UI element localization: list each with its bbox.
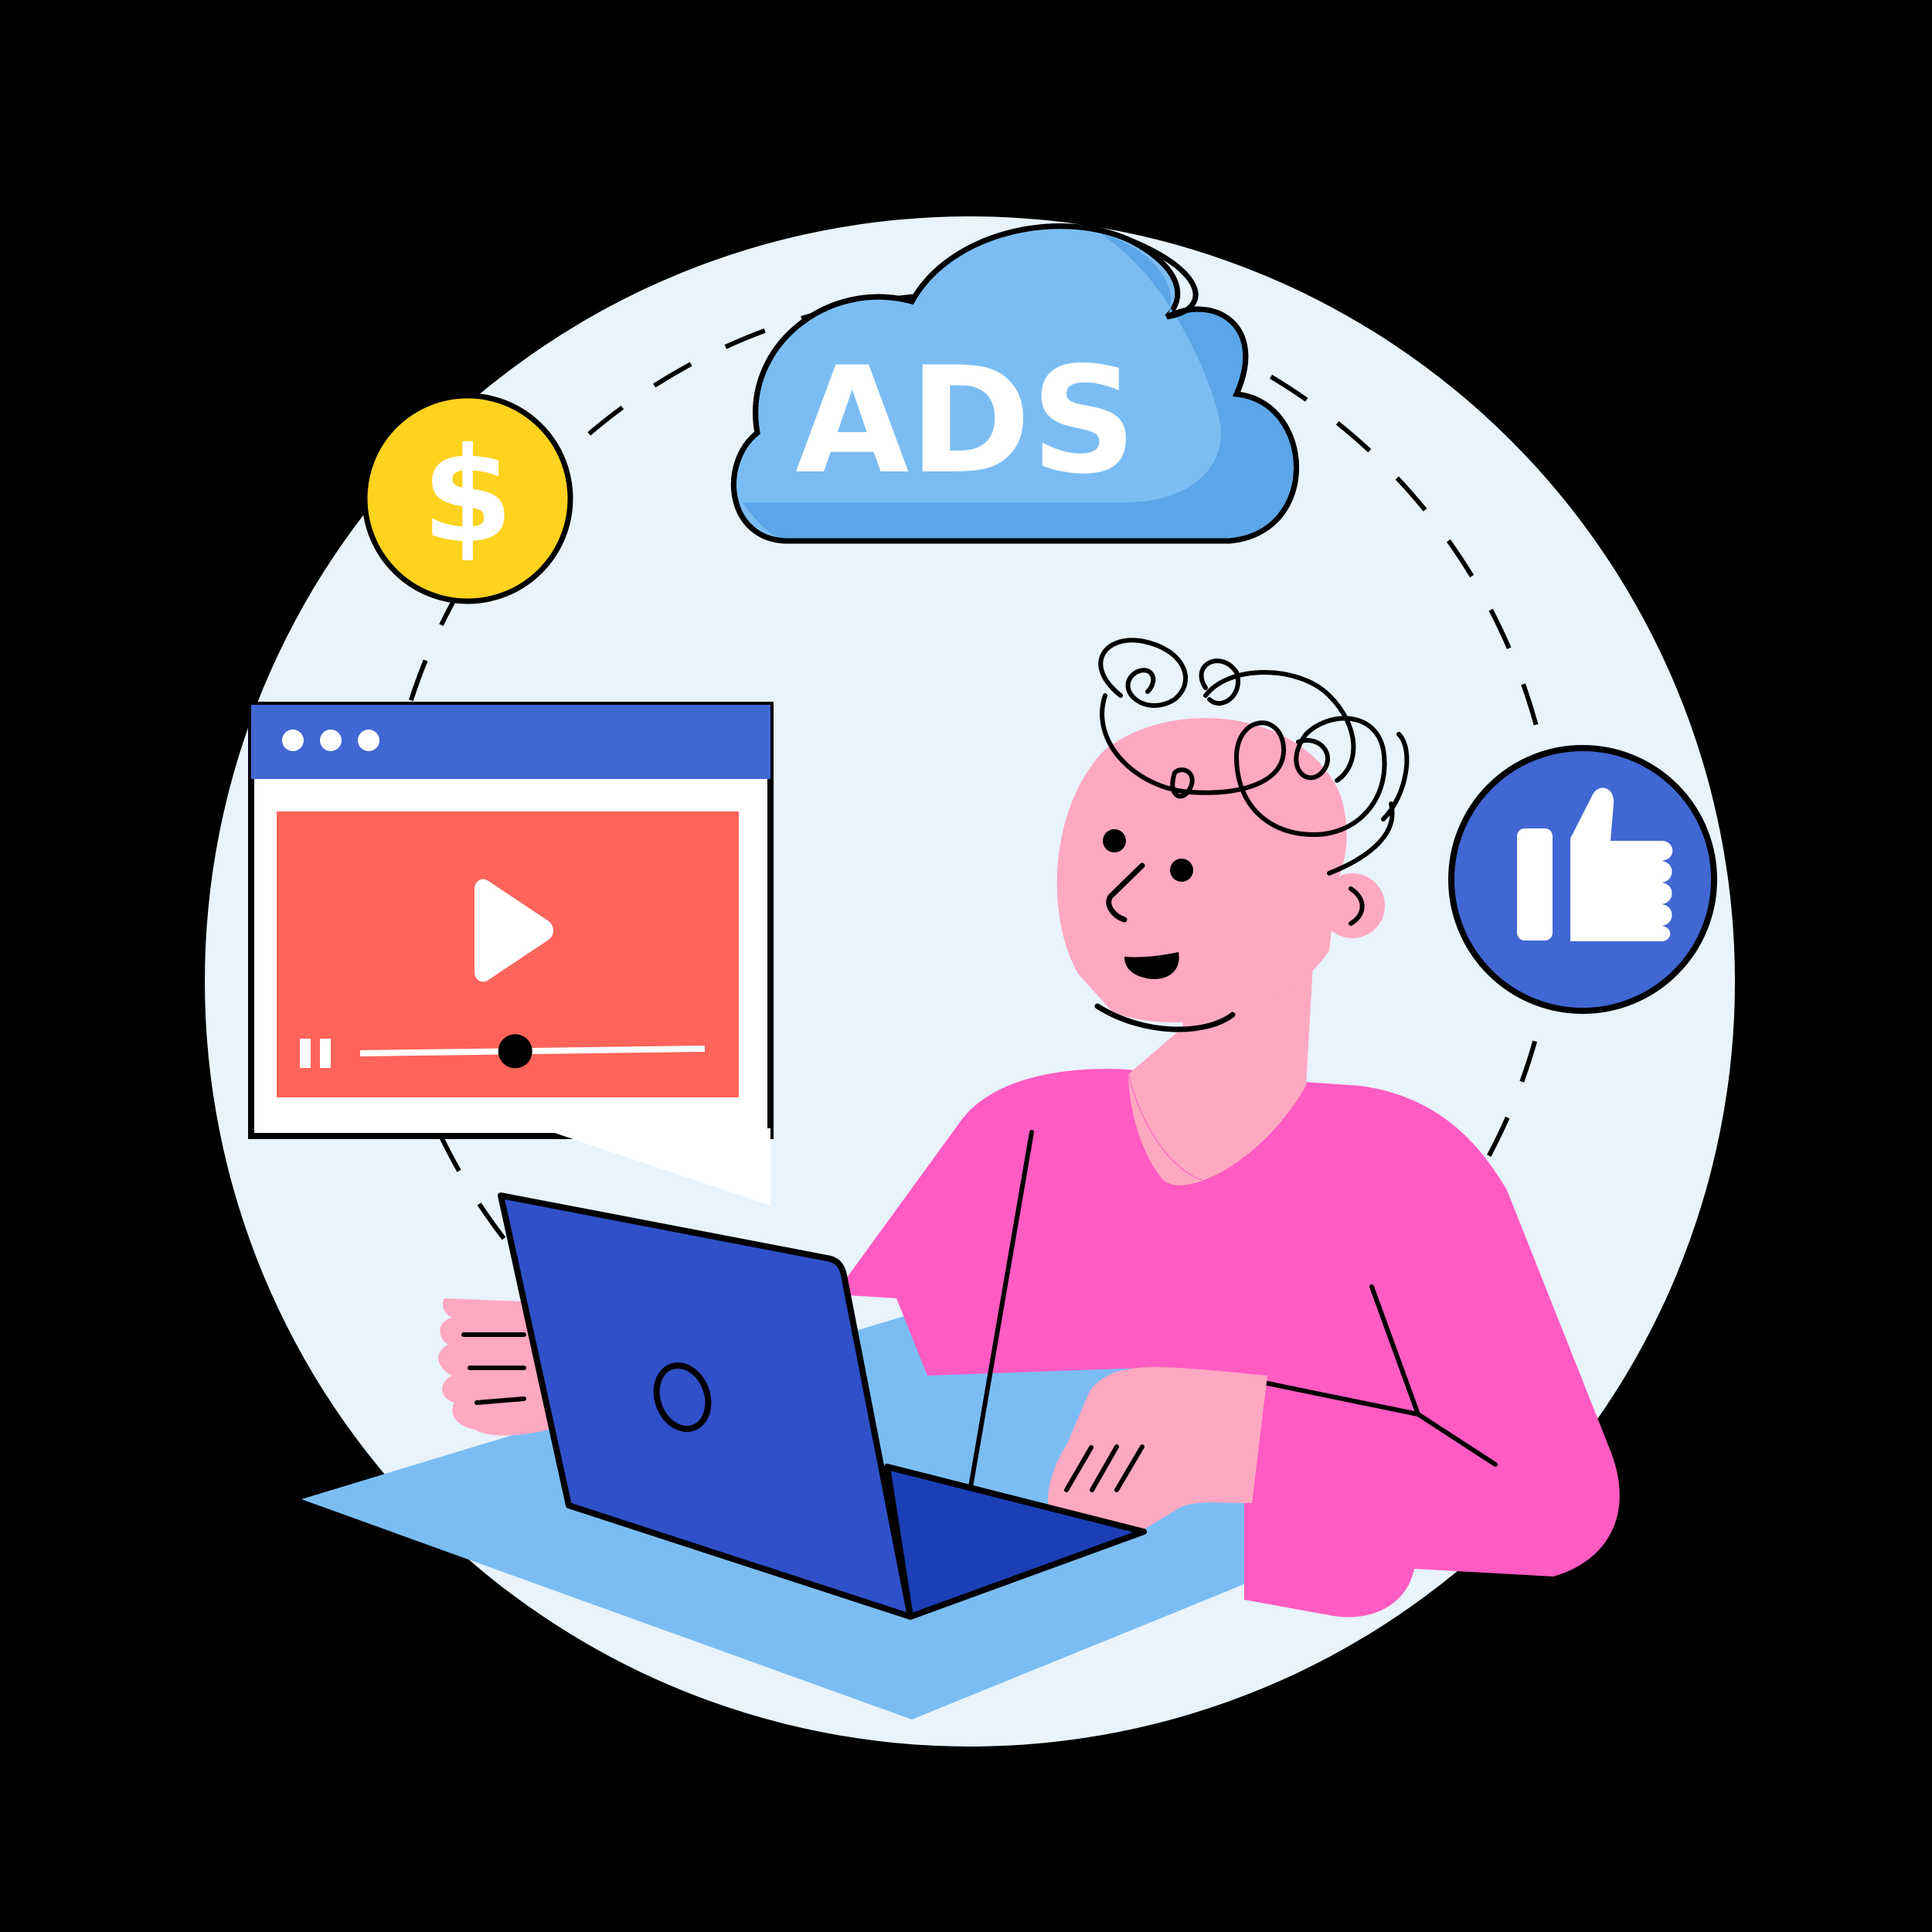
coin-symbol: $ — [422, 420, 513, 573]
window-dot-icon — [358, 730, 379, 751]
cloud-label: ADS — [795, 335, 1137, 506]
head — [1056, 718, 1347, 1023]
window-dot-icon — [320, 730, 342, 751]
dollar-coin-icon: $ — [362, 393, 573, 604]
pause-icon — [300, 1039, 311, 1068]
video-progress-knob — [498, 1034, 532, 1069]
ear — [1320, 873, 1385, 938]
eye — [1170, 859, 1193, 882]
ads-illustration: $ ADS — [0, 0, 1932, 1932]
thumbs-up-icon — [1448, 745, 1717, 1014]
eye — [1103, 829, 1126, 852]
window-dot-icon — [282, 730, 304, 751]
video-ad-window — [248, 702, 774, 1206]
